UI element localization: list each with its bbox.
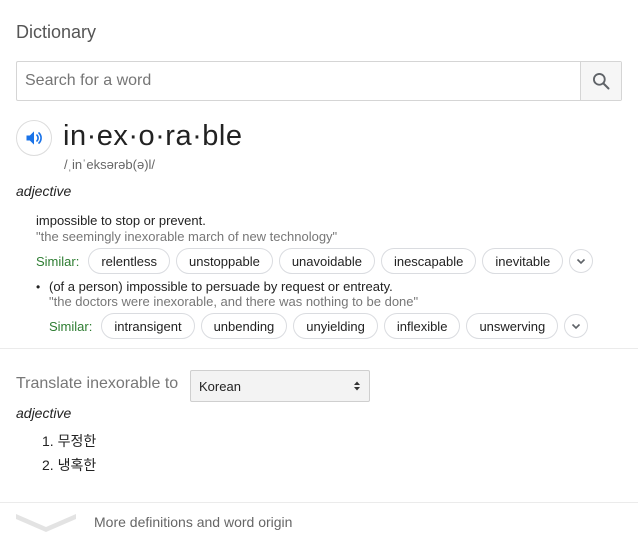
example: "the seemingly inexorable march of new t… — [36, 229, 338, 244]
divider — [0, 348, 638, 349]
select-arrows-icon — [354, 381, 360, 391]
similar-chip[interactable]: relentless — [88, 248, 170, 274]
chevron-down-icon — [577, 258, 586, 265]
part-of-speech: adjective — [16, 183, 72, 199]
more-definitions-link[interactable]: More definitions and word origin — [14, 510, 292, 534]
translation-item: 1. 무정한 — [42, 433, 97, 449]
search-bar — [16, 61, 622, 101]
search-icon — [593, 73, 610, 90]
example: "the doctors were inexorable, and there … — [49, 294, 419, 309]
chevron-down-icon — [572, 323, 581, 330]
similar-chip[interactable]: inevitable — [482, 248, 564, 274]
similar-chip[interactable]: intransigent — [101, 313, 195, 339]
bullet: • — [36, 280, 41, 294]
divider — [0, 502, 638, 503]
search-button[interactable] — [580, 62, 621, 100]
translation-item: 2. 냉혹한 — [42, 457, 97, 473]
page-title: Dictionary — [16, 22, 97, 42]
definition: (of a person) impossible to persuade by … — [49, 279, 393, 294]
similar-row: Similar: relentless unstoppable unavoida… — [36, 248, 594, 274]
translation-part-of-speech: adjective — [16, 405, 72, 421]
more-definitions-label: More definitions and word origin — [94, 514, 293, 530]
expand-similar-button[interactable] — [564, 314, 589, 338]
phonetic: /ˌinˈeksərəb(ə)l/ — [64, 157, 156, 172]
similar-row: Similar: intransigent unbending unyieldi… — [49, 313, 589, 339]
similar-chip[interactable]: inescapable — [380, 248, 477, 274]
similar-chip[interactable]: unbending — [200, 313, 288, 339]
speaker-icon — [26, 131, 42, 145]
similar-chip[interactable]: unswerving — [466, 313, 559, 339]
pronounce-button[interactable] — [16, 120, 52, 156]
similar-chip[interactable]: unstoppable — [175, 248, 273, 274]
chevron-down-icon — [16, 514, 76, 532]
similar-label: Similar: — [49, 318, 93, 334]
search-input[interactable] — [17, 62, 580, 100]
similar-label: Similar: — [36, 253, 80, 269]
language-value: Korean — [199, 378, 241, 394]
definition: impossible to stop or prevent. — [36, 213, 206, 228]
similar-chip[interactable]: unyielding — [293, 313, 378, 339]
similar-chip[interactable]: inflexible — [383, 313, 461, 339]
headword: in·ex·o·ra·ble — [63, 120, 243, 152]
expand-similar-button[interactable] — [569, 249, 594, 273]
similar-chip[interactable]: unavoidable — [278, 248, 375, 274]
translate-label: Translate inexorable to — [16, 375, 179, 392]
language-select[interactable]: Korean — [190, 370, 370, 402]
